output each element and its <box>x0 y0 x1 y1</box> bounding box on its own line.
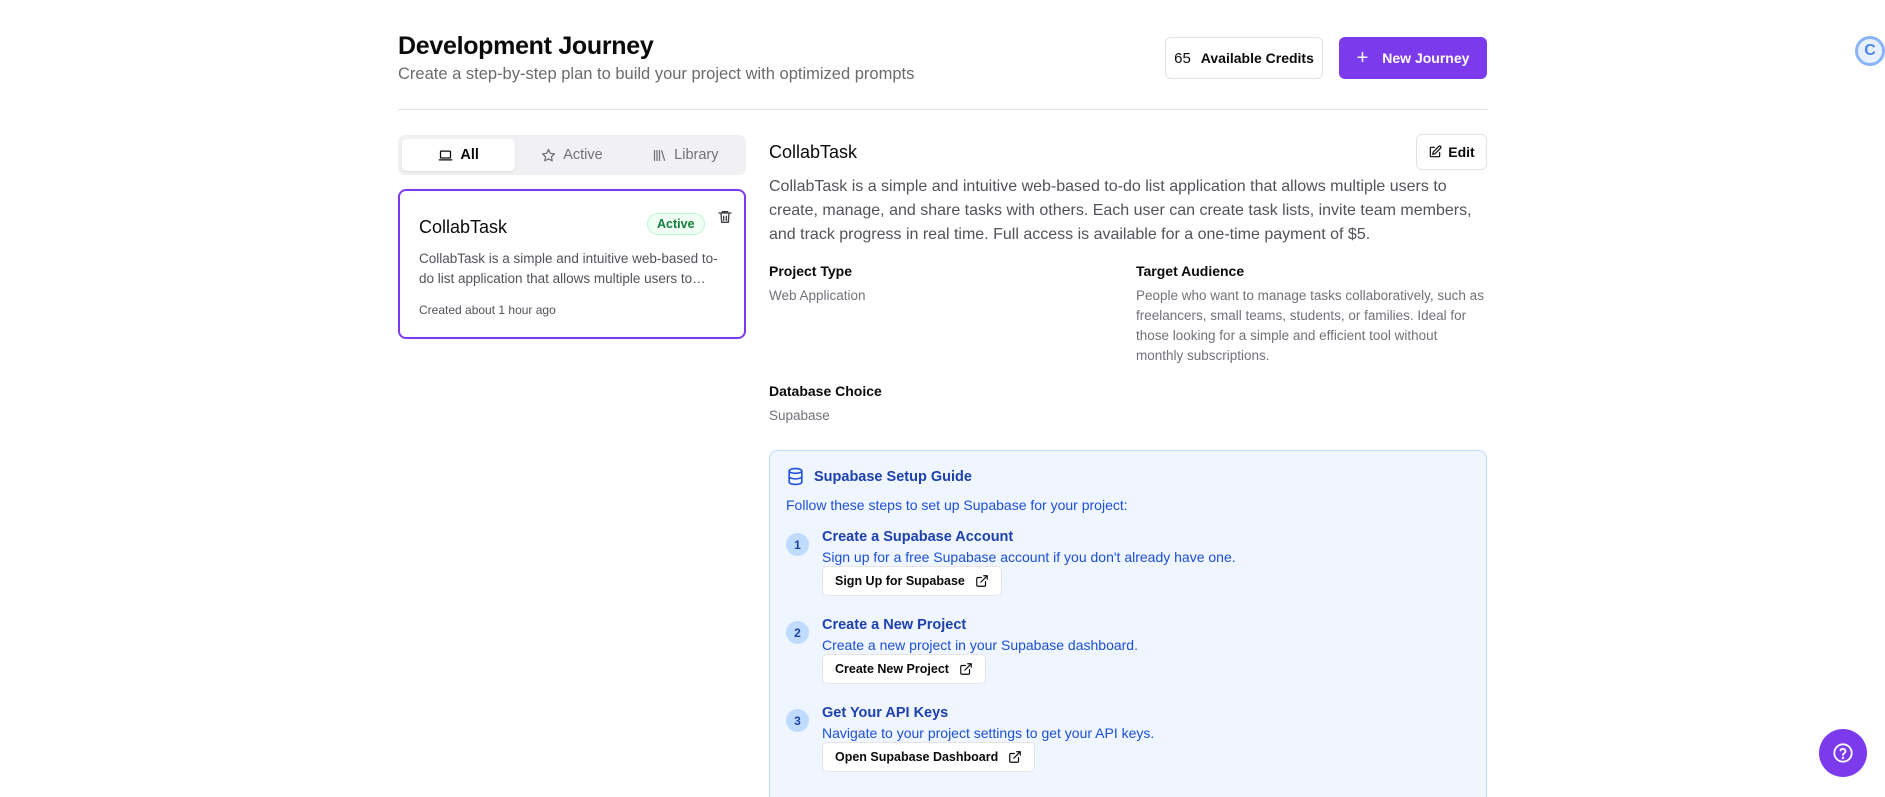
database-choice-label: Database Choice <box>769 383 882 399</box>
step-number: 1 <box>786 533 809 556</box>
guide-header: Supabase Setup Guide <box>786 467 972 486</box>
supabase-setup-guide: Supabase Setup Guide Follow these steps … <box>769 450 1487 797</box>
edit-label: Edit <box>1448 144 1475 160</box>
external-link-icon <box>976 575 988 587</box>
step-title: Create a New Project <box>822 617 967 633</box>
external-link-icon <box>1009 751 1022 763</box>
step-button-label: Create New Project <box>835 662 949 676</box>
database-icon <box>788 467 803 486</box>
step-title: Get Your API Keys <box>822 705 949 721</box>
step-number: 2 <box>786 621 809 644</box>
help-button[interactable] <box>1819 729 1867 777</box>
detail-title: CollabTask <box>769 142 858 162</box>
tab-library-label: Library <box>674 147 719 163</box>
laptop-icon <box>439 150 453 160</box>
open-supabase-dashboard-button[interactable]: Open Supabase Dashboard <box>822 742 1036 772</box>
edit-button[interactable]: Edit <box>1416 134 1487 170</box>
create-new-project-button[interactable]: Create New Project <box>822 654 986 684</box>
journey-card[interactable]: CollabTask Active CollabTask is a simple… <box>398 189 746 339</box>
credits-value: 65 <box>1174 49 1191 67</box>
project-type-label: Project Type <box>769 263 852 279</box>
credits-label: Available Credits <box>1200 50 1314 66</box>
tab-active[interactable]: Active <box>515 139 628 171</box>
step-button-label: Open Supabase Dashboard <box>835 750 999 764</box>
database-choice-value: Supabase <box>769 408 830 423</box>
tab-all[interactable]: All <box>402 139 516 171</box>
page-title: Development Journey <box>398 32 654 60</box>
credits-indicator: 65 Available Credits <box>1165 37 1323 79</box>
library-icon <box>654 149 666 161</box>
step-number: 3 <box>786 709 809 732</box>
step-text: Sign up for a free Supabase account if y… <box>822 549 1236 565</box>
tab-all-label: All <box>460 147 479 163</box>
guide-intro: Follow these steps to set up Supabase fo… <box>786 497 1128 513</box>
help-icon <box>1833 743 1853 763</box>
edit-icon <box>1430 145 1442 158</box>
step-button-label: Sign Up for Supabase <box>835 574 965 588</box>
external-link-icon <box>960 663 972 675</box>
guide-title: Supabase Setup Guide <box>814 468 972 485</box>
tab-active-label: Active <box>563 147 603 163</box>
journey-card-title: CollabTask <box>419 217 508 237</box>
target-audience-value: People who want to manage tasks collabor… <box>1136 288 1484 363</box>
status-badge: Active <box>647 213 705 235</box>
page-header: Development Journey Create a step-by-ste… <box>398 32 1487 83</box>
star-icon <box>542 148 556 161</box>
extension-logo-icon[interactable]: C <box>1855 36 1885 66</box>
step-title: Create a Supabase Account <box>822 529 1014 545</box>
detail-description: CollabTask is a simple and intuitive web… <box>769 178 1472 243</box>
new-journey-button[interactable]: + New Journey <box>1339 37 1487 79</box>
plus-icon: + <box>1356 47 1369 69</box>
step-text: Navigate to your project settings to get… <box>822 725 1155 741</box>
step-text: Create a new project in your Supabase da… <box>822 637 1138 653</box>
project-type-value: Web Application <box>769 288 866 303</box>
journey-card-description: CollabTask is a simple and intuitive web… <box>419 251 718 286</box>
target-audience-label: Target Audience <box>1136 263 1245 279</box>
page: Development Journey Create a step-by-ste… <box>0 0 1885 797</box>
journey-filter-tabs: All Active Library <box>398 135 746 175</box>
header-divider <box>398 109 1487 110</box>
page-subtitle: Create a step-by-step plan to build your… <box>398 65 915 83</box>
tab-library[interactable]: Library <box>629 139 742 171</box>
trash-icon[interactable] <box>717 208 733 226</box>
new-journey-label: New Journey <box>1382 50 1470 66</box>
journey-card-created: Created about 1 hour ago <box>419 303 556 317</box>
sign-up-supabase-button[interactable]: Sign Up for Supabase <box>822 566 1002 596</box>
